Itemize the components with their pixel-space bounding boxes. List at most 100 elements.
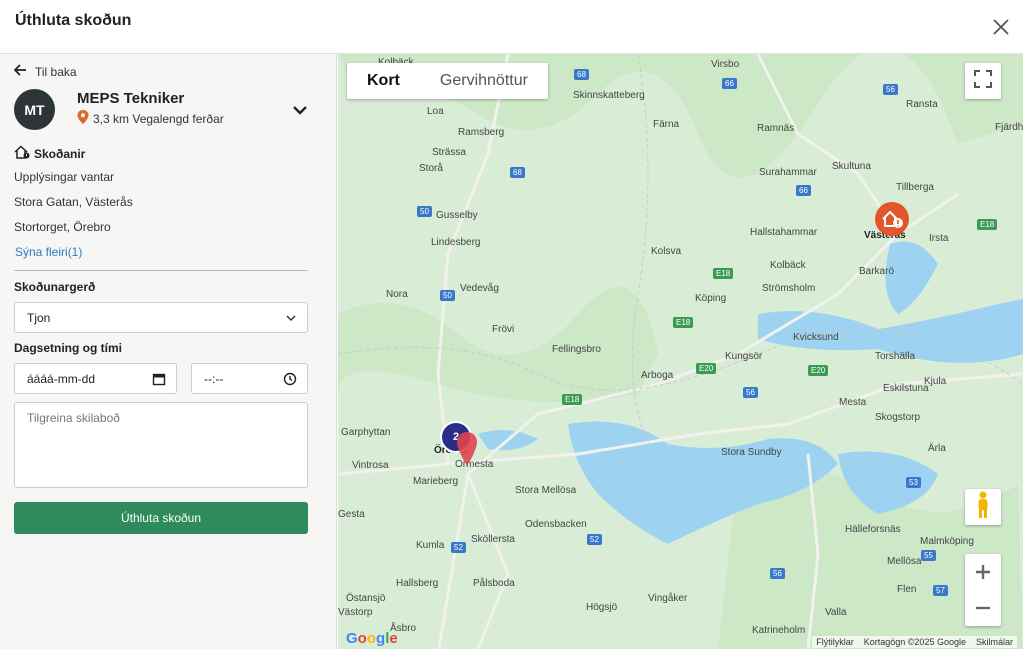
road-shield: 66 bbox=[722, 78, 737, 89]
map-place: Kolbäck bbox=[770, 260, 806, 271]
road-shield: 53 bbox=[906, 477, 921, 488]
road-shield: 52 bbox=[451, 542, 466, 553]
keyboard-shortcuts-link[interactable]: Flýtilyklar bbox=[816, 637, 854, 647]
road-shield: E18 bbox=[673, 317, 694, 328]
map-place: Surahammar bbox=[759, 167, 817, 178]
zoom-control bbox=[965, 554, 1001, 626]
map-place: Mellösa bbox=[887, 556, 922, 567]
time-input[interactable]: --:-- bbox=[191, 363, 308, 394]
map-place: Sköllersta bbox=[471, 534, 515, 545]
map-place: Östansjö bbox=[346, 593, 386, 604]
house-alert-icon bbox=[14, 145, 30, 162]
map-place: Nora bbox=[386, 289, 408, 300]
map-pin-marker[interactable] bbox=[456, 432, 478, 471]
map-place: Mesta bbox=[839, 397, 867, 408]
fullscreen-button[interactable] bbox=[965, 63, 1001, 99]
map-place: Västorp bbox=[338, 607, 373, 618]
map-place: Gesta bbox=[338, 509, 365, 520]
map-place: Eskilstuna bbox=[883, 383, 929, 394]
map-place: Irsta bbox=[929, 233, 949, 244]
map-place: Ärla bbox=[928, 443, 946, 454]
assign-inspection-button[interactable]: Úthluta skoðun bbox=[14, 502, 308, 534]
inspection-line: Stortorget, Örebro bbox=[14, 220, 111, 234]
map-place: Högsjö bbox=[586, 602, 618, 613]
map-place: Torshälla bbox=[875, 351, 916, 362]
map-place: Köping bbox=[695, 293, 727, 304]
map-place: Kumla bbox=[416, 540, 445, 551]
close-icon[interactable] bbox=[989, 15, 1013, 39]
road-shield: 50 bbox=[417, 206, 432, 217]
minus-icon bbox=[976, 606, 990, 610]
map-place: Strömsholm bbox=[762, 283, 816, 294]
map-place: Garphyttan bbox=[341, 427, 391, 438]
street-view-button[interactable] bbox=[965, 489, 1001, 525]
zoom-out-button[interactable] bbox=[965, 590, 1001, 626]
distance-label: 3,3 km Vegalengd ferðar bbox=[93, 111, 224, 126]
map[interactable]: Kolbäck Virsbo Ransta Skinnskatteberg Fä… bbox=[338, 54, 1023, 649]
map-place: Katrineholm bbox=[752, 625, 806, 636]
date-input[interactable]: áááá-mm-dd bbox=[14, 363, 177, 394]
map-place: Hallstahammar bbox=[750, 227, 818, 238]
map-place: Vedevåg bbox=[460, 283, 499, 294]
location-pin-icon bbox=[77, 110, 89, 127]
terms-link[interactable]: Skilmálar bbox=[976, 637, 1013, 647]
technician-name: MEPS Tekniker bbox=[77, 90, 185, 107]
inspections-heading: Skoðanir bbox=[14, 145, 85, 162]
datetime-label: Dagsetning og tími bbox=[14, 341, 122, 355]
assign-inspection-dialog: Úthluta skoðun Til baka MT MEPS Tekniker… bbox=[0, 0, 1023, 649]
map-place: Vingåker bbox=[648, 593, 688, 604]
road-shield: 52 bbox=[587, 534, 602, 545]
road-shield: 50 bbox=[440, 290, 455, 301]
map-place: Gusselby bbox=[436, 210, 478, 221]
inspection-type-value: Tjon bbox=[27, 311, 51, 325]
zoom-in-button[interactable] bbox=[965, 554, 1001, 590]
tab-satellite[interactable]: Gervihnöttur bbox=[420, 63, 548, 99]
map-type-control: Kort Gervihnöttur bbox=[347, 63, 548, 99]
map-place: Stora Mellösa bbox=[515, 485, 577, 496]
back-link[interactable]: Til baka bbox=[13, 64, 77, 79]
chevron-down-icon bbox=[285, 312, 297, 327]
map-place: Färna bbox=[653, 119, 680, 130]
message-textarea[interactable]: Tilgreina skilaboð bbox=[14, 402, 308, 488]
chevron-down-icon[interactable] bbox=[291, 101, 309, 119]
clock-icon[interactable] bbox=[283, 372, 297, 389]
map-attribution: Flýtilyklar Kortagögn ©2025 Google Skilm… bbox=[812, 636, 1017, 648]
tab-map[interactable]: Kort bbox=[347, 63, 420, 99]
road-shield: 56 bbox=[743, 387, 758, 398]
calendar-icon[interactable] bbox=[152, 372, 166, 389]
inspection-alert-marker[interactable] bbox=[874, 201, 910, 242]
map-place: Ramnäs bbox=[757, 123, 795, 134]
map-place: Frövi bbox=[492, 324, 515, 335]
inspection-type-select[interactable]: Tjon bbox=[14, 302, 308, 333]
time-placeholder: --:-- bbox=[204, 372, 224, 386]
inspection-type-label: Skoðunargerð bbox=[14, 280, 96, 294]
inspection-line: Upplýsingar vantar bbox=[14, 170, 115, 184]
road-shield: E18 bbox=[713, 268, 734, 279]
arrow-left-icon bbox=[13, 64, 27, 79]
map-place: Kungsör bbox=[725, 351, 763, 362]
dialog-title: Úthluta skoðun bbox=[15, 12, 132, 29]
inspections-title: Skoðanir bbox=[34, 146, 86, 161]
map-place: Vintrosa bbox=[352, 460, 389, 471]
road-shield: 66 bbox=[796, 185, 811, 196]
map-place: Storå bbox=[419, 163, 443, 174]
map-place: Fjärdhundra bbox=[995, 122, 1023, 133]
fullscreen-icon bbox=[974, 69, 992, 93]
map-place: Skultuna bbox=[832, 161, 871, 172]
pegman-icon bbox=[975, 491, 991, 524]
map-place: Pålsboda bbox=[473, 578, 515, 589]
road-shield: 55 bbox=[921, 550, 936, 561]
map-data-label: Kortagögn ©2025 Google bbox=[863, 637, 966, 647]
road-shield: 68 bbox=[510, 167, 525, 178]
map-place: Valla bbox=[825, 607, 847, 618]
show-more-link[interactable]: Sýna fleiri(1) bbox=[15, 245, 82, 259]
map-place: Skinnskatteberg bbox=[573, 90, 645, 101]
map-place: Hallsberg bbox=[396, 578, 439, 589]
google-logo: Google bbox=[346, 630, 398, 647]
map-place: Ramsberg bbox=[458, 127, 505, 138]
map-place: Malmköping bbox=[920, 536, 974, 547]
road-shield: 57 bbox=[933, 585, 948, 596]
road-shield: E18 bbox=[562, 394, 583, 405]
map-place: Kvicksund bbox=[793, 332, 839, 343]
message-placeholder: Tilgreina skilaboð bbox=[27, 411, 120, 425]
